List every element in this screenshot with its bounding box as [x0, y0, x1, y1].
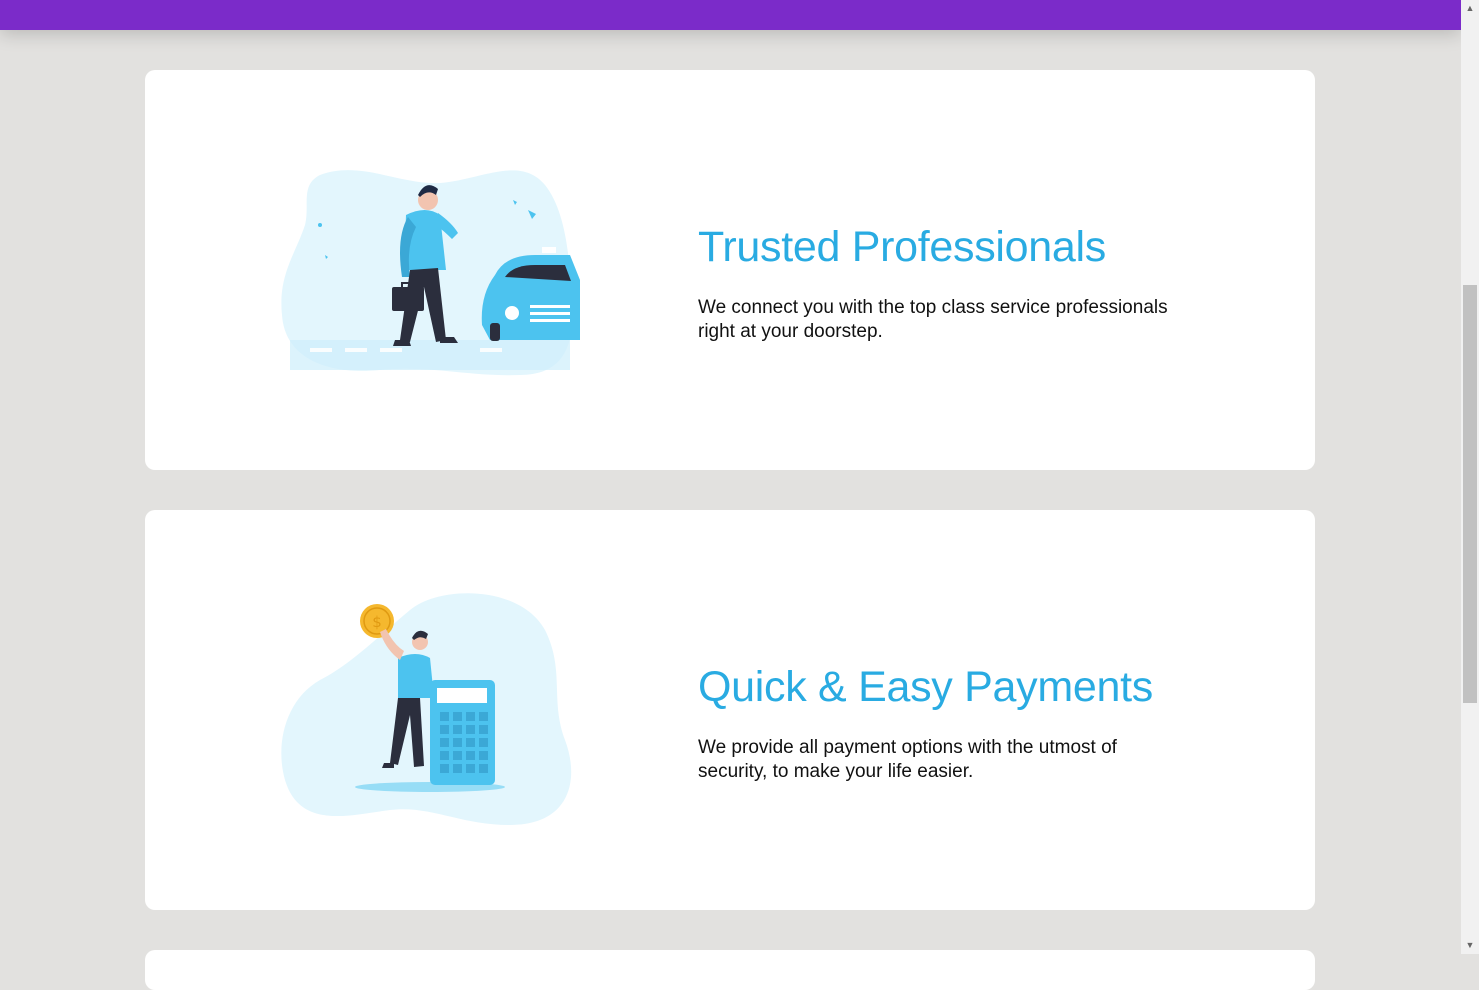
- feature-description: We provide all payment options with the …: [698, 737, 1117, 782]
- feature-text: Quick & Easy Payments We provide all pay…: [698, 660, 1198, 784]
- scrollbar-thumb[interactable]: [1463, 285, 1477, 703]
- chevron-down-icon[interactable]: ▼: [1461, 937, 1479, 954]
- feature-card-trusted-professionals: Trusted Professionals We connect you wit…: [145, 70, 1315, 470]
- calculator-icon: [430, 680, 495, 785]
- feature-description: We connect you with the top class servic…: [698, 297, 1168, 342]
- feature-card-partial: [145, 950, 1315, 990]
- feature-card-quick-easy-payments: $ Quick & Easy Payments We provide all p…: [145, 510, 1315, 910]
- feature-title: Trusted Professionals: [698, 223, 1106, 271]
- chevron-up-icon[interactable]: ▲: [1461, 0, 1479, 17]
- payment-calculator-illustration: $: [281, 593, 572, 825]
- svg-text:$: $: [372, 613, 382, 631]
- page-scrollbar[interactable]: ▲ ▼: [1461, 0, 1479, 954]
- feature-title: Quick & Easy Payments: [698, 663, 1153, 711]
- top-header-bar: [0, 0, 1461, 30]
- businessman-taxi-illustration: [281, 170, 580, 376]
- feature-text: Trusted Professionals We connect you wit…: [698, 220, 1198, 344]
- coin-icon: $: [360, 604, 394, 638]
